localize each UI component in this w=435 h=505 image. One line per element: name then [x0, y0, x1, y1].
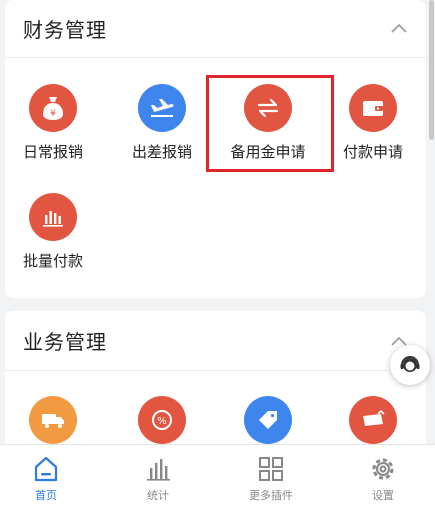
business-item[interactable]	[3, 396, 103, 444]
finance-item-travel-reimbursement[interactable]: 出差报销	[112, 84, 212, 162]
bottom-tab-bar: 首页 统计 更多插件 设置	[0, 444, 435, 505]
wallet-icon	[349, 84, 397, 132]
finance-item-daily-reimbursement[interactable]: ¥ 日常报销	[3, 84, 103, 162]
percent-badge-icon: %	[138, 396, 186, 444]
tab-label: 首页	[35, 489, 57, 502]
scrollbar[interactable]	[429, 0, 434, 140]
finance-item-batch-payment[interactable]: 批量付款	[3, 193, 103, 271]
finance-item-label: 付款申请	[342, 143, 403, 161]
customer-service-button[interactable]	[390, 345, 430, 385]
business-item[interactable]	[218, 396, 318, 444]
tab-label: 统计	[147, 489, 169, 502]
home-icon	[34, 456, 58, 482]
chevron-up-icon[interactable]	[390, 20, 408, 38]
tab-more-plugins[interactable]: 更多插件	[217, 445, 325, 505]
finance-item-label: 批量付款	[22, 252, 83, 270]
finance-title: 财务管理	[23, 18, 107, 42]
tab-label: 更多插件	[249, 489, 293, 502]
price-tag-icon	[244, 396, 292, 444]
finance-header: 财务管理	[5, 0, 426, 58]
statistics-icon	[147, 459, 170, 481]
settings-gear-icon	[372, 458, 394, 480]
svg-text:%: %	[157, 416, 167, 427]
tab-settings[interactable]: 设置	[329, 445, 435, 505]
headset-icon	[400, 356, 420, 372]
business-title: 业务管理	[23, 330, 107, 354]
tab-label: 设置	[372, 489, 394, 502]
finance-item-payment-request[interactable]: 付款申请	[323, 84, 423, 162]
grid-plugins-icon	[259, 457, 283, 481]
ticket-icon	[349, 396, 397, 444]
finance-item-label: 日常报销	[22, 143, 83, 161]
finance-item-label: 出差报销	[131, 143, 192, 161]
business-item[interactable]	[323, 396, 423, 444]
business-item[interactable]: %	[112, 396, 212, 444]
business-header: 业务管理	[5, 311, 426, 371]
tab-statistics[interactable]: 统计	[104, 445, 212, 505]
truck-icon	[29, 396, 77, 444]
highlight-box	[206, 75, 334, 172]
tab-home[interactable]: 首页	[0, 445, 100, 505]
money-bag-icon: ¥	[29, 84, 77, 132]
airplane-icon	[138, 84, 186, 132]
bar-chart-icon	[29, 193, 77, 241]
svg-text:¥: ¥	[50, 109, 56, 119]
